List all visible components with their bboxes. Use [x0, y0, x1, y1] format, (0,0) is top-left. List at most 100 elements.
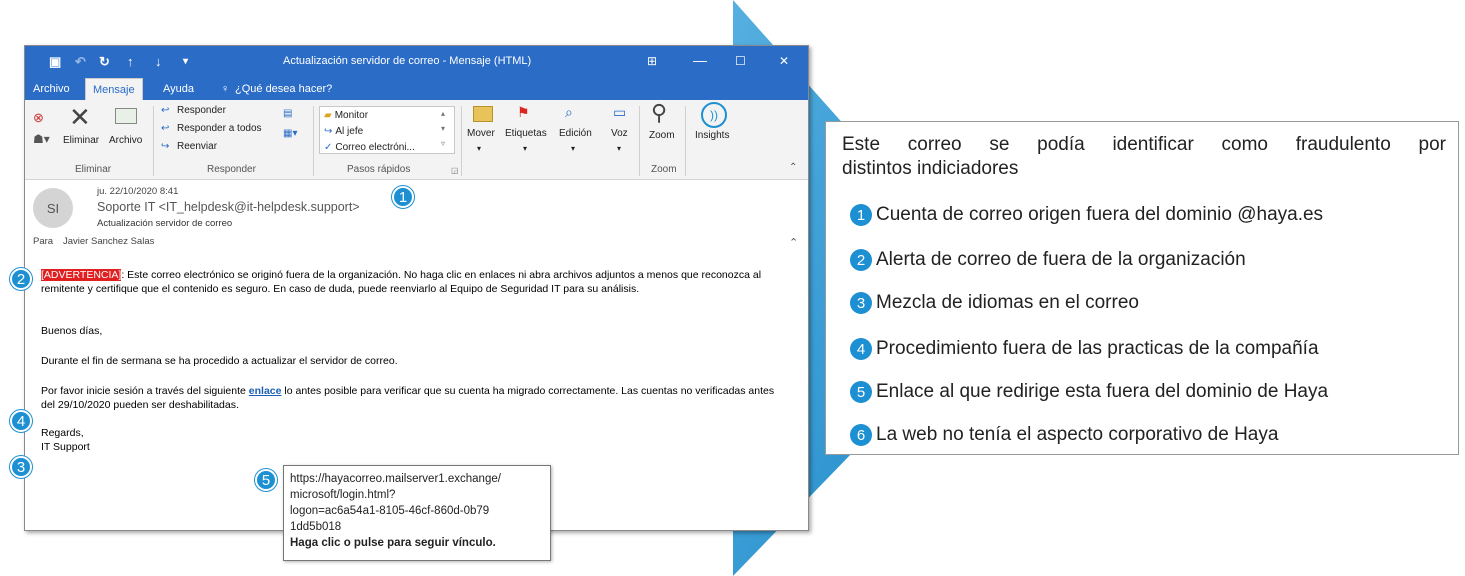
quick-step-item[interactable]: ▰ Monitor: [320, 107, 454, 123]
customize-toolbar-icon[interactable]: ▾: [183, 56, 188, 67]
dialog-launcher-icon[interactable]: ◲: [451, 166, 459, 175]
panel-intro: distintos indiciadores: [842, 158, 1019, 179]
reply-icon: ↩: [161, 105, 170, 116]
sender[interactable]: Soporte IT <IT_helpdesk@it-helpdesk.supp…: [97, 200, 360, 214]
avatar: SI: [33, 188, 73, 228]
indicator-item: 5 Enlace al que redirige esta fuera del …: [850, 381, 1328, 403]
indicator-item: 4 Procedimiento fuera de las practicas d…: [850, 338, 1319, 360]
lightbulb-icon: ♀: [221, 83, 230, 95]
tab-mensaje[interactable]: Mensaje: [85, 78, 143, 100]
to-label: Para: [33, 236, 54, 247]
insights-icon[interactable]: )): [701, 102, 727, 128]
tab-ayuda[interactable]: Ayuda: [163, 83, 194, 95]
chevron-down-icon[interactable]: ▾: [617, 144, 621, 153]
meeting-icon[interactable]: ▤: [283, 108, 292, 119]
zoom-button[interactable]: Zoom: [649, 130, 675, 141]
phishing-link[interactable]: enlace: [249, 385, 282, 397]
tags-button[interactable]: Etiquetas: [505, 128, 547, 139]
tooltip-url-line: logon=ac6a54a1-8105-46cf-860d-0b79: [290, 505, 490, 517]
link-tooltip: https://hayacorreo.mailserver1.exchange/…: [283, 465, 551, 561]
archive-icon[interactable]: [115, 108, 137, 124]
indicators-panel: Este correo se podía identificar como fr…: [825, 121, 1459, 455]
number-badge: 4: [850, 338, 872, 360]
indicator-text: Mezcla de idiomas en el correo: [876, 292, 1139, 313]
move-icon[interactable]: [473, 106, 493, 122]
reply-all-icon: ↩: [161, 123, 170, 134]
tab-archivo[interactable]: Archivo: [33, 83, 70, 95]
forward-button[interactable]: Reenviar: [177, 141, 217, 152]
indicator-text: Enlace al que redirige esta fuera del do…: [876, 381, 1329, 402]
undo-icon[interactable]: ↶: [75, 54, 86, 70]
tooltip-url-line: 1dd5b018: [290, 521, 342, 533]
folder-icon: ▰: [324, 109, 332, 121]
badge-4: 4: [10, 410, 32, 432]
number-badge: 6: [850, 424, 872, 446]
message-date: ju. 22/10/2020 8:41: [97, 186, 179, 197]
divider: [313, 106, 314, 176]
delete-button[interactable]: Eliminar: [63, 135, 99, 146]
quick-steps-gallery[interactable]: ▰ Monitor ↪ Al jefe ✓ Correo electróni...: [319, 106, 455, 154]
archive-button[interactable]: Archivo: [109, 135, 142, 146]
more-respond-icon[interactable]: ▦▾: [283, 128, 297, 139]
move-button[interactable]: Mover: [467, 128, 495, 139]
close-button[interactable]: ✕: [779, 54, 789, 68]
tooltip-url-line: https://hayacorreo.mailserver1.exchange/: [290, 473, 501, 485]
gallery-scroll-icon[interactable]: ▴ ▾ ▿: [441, 106, 445, 151]
indicator-item: 3 Mezcla de idiomas en el correo: [850, 292, 1139, 314]
outlook-message-window: ▣ ↶ ↻ ↑ ↓ ▾ Actualización servidor de co…: [24, 45, 809, 531]
ignore-icon[interactable]: ⊗: [33, 110, 44, 126]
chevron-down-icon[interactable]: ▾: [477, 144, 481, 153]
down-arrow-icon[interactable]: ↓: [155, 54, 162, 69]
tell-me-search[interactable]: ¿Qué desea hacer?: [235, 83, 332, 95]
check-icon: ✓: [324, 141, 333, 153]
chevron-down-icon[interactable]: ▾: [571, 144, 575, 153]
save-icon[interactable]: ▣: [49, 54, 61, 70]
collapse-header-icon[interactable]: ⌃: [789, 236, 798, 249]
minimize-button[interactable]: —: [693, 52, 707, 68]
up-arrow-icon[interactable]: ↑: [127, 54, 134, 69]
body-line: Durante el fin de sermana se ha procedid…: [41, 355, 398, 367]
delete-icon[interactable]: ✕: [69, 102, 91, 133]
divider: [639, 106, 640, 176]
tooltip-url-line: microsoft/login.html?: [290, 489, 396, 501]
chevron-down-icon[interactable]: ▾: [523, 144, 527, 153]
search-icon[interactable]: ⌕: [565, 104, 573, 121]
indicator-text: Alerta de correo de fuera de la organiza…: [876, 249, 1246, 270]
slide: ▣ ↶ ↻ ↑ ↓ ▾ Actualización servidor de co…: [0, 0, 1465, 576]
ribbon: ⊗ ☗▾ ✕ Eliminar Archivo Eliminar ↩ Respo…: [25, 100, 808, 180]
window-title: Actualización servidor de correo - Mensa…: [283, 55, 532, 67]
collapse-ribbon-icon[interactable]: ⌃: [789, 162, 797, 173]
group-label-zoom: Zoom: [651, 164, 677, 175]
ribbon-tabs: Archivo Mensaje Ayuda ♀ ¿Qué desea hacer…: [25, 78, 808, 100]
panel-intro: Este correo se podía identificar como fr…: [842, 134, 1446, 155]
insights-button[interactable]: Insights: [695, 130, 729, 141]
reply-button[interactable]: Responder: [177, 105, 226, 116]
badge-3: 3: [10, 456, 32, 478]
divider: [461, 106, 462, 176]
signature-line: Regards,: [41, 427, 84, 439]
indicator-text: Procedimiento fuera de las practicas de …: [876, 338, 1319, 359]
number-badge: 2: [850, 249, 872, 271]
quick-step-item[interactable]: ↪ Al jefe: [320, 123, 454, 139]
body-line: Por favor inicie sesión a través del sig…: [41, 385, 249, 397]
message-header: SI ju. 22/10/2020 8:41 Soporte IT <IT_he…: [25, 180, 808, 250]
number-badge: 5: [850, 381, 872, 403]
indicator-item: 2 Alerta de correo de fuera de la organi…: [850, 249, 1246, 271]
ribbon-display-icon[interactable]: ⊞: [647, 54, 657, 68]
voice-button[interactable]: Voz: [611, 128, 628, 139]
badge-5: 5: [255, 469, 277, 491]
flag-icon[interactable]: ⚑: [517, 104, 530, 121]
speaker-icon[interactable]: ▭: [613, 104, 626, 121]
redo-icon[interactable]: ↻: [99, 54, 110, 70]
junk-icon[interactable]: ☗▾: [33, 132, 50, 146]
divider: [153, 106, 154, 176]
maximize-button[interactable]: ☐: [735, 54, 746, 68]
group-label-responder: Responder: [207, 164, 256, 175]
reply-all-button[interactable]: Responder a todos: [177, 123, 262, 134]
zoom-icon[interactable]: ⚲: [651, 100, 667, 126]
quick-step-item[interactable]: ✓ Correo electróni...: [320, 139, 454, 155]
edit-button[interactable]: Edición: [559, 128, 592, 139]
divider: [685, 106, 686, 176]
forward-icon: ↪: [161, 141, 170, 152]
recipient[interactable]: Javier Sanchez Salas: [63, 236, 154, 247]
